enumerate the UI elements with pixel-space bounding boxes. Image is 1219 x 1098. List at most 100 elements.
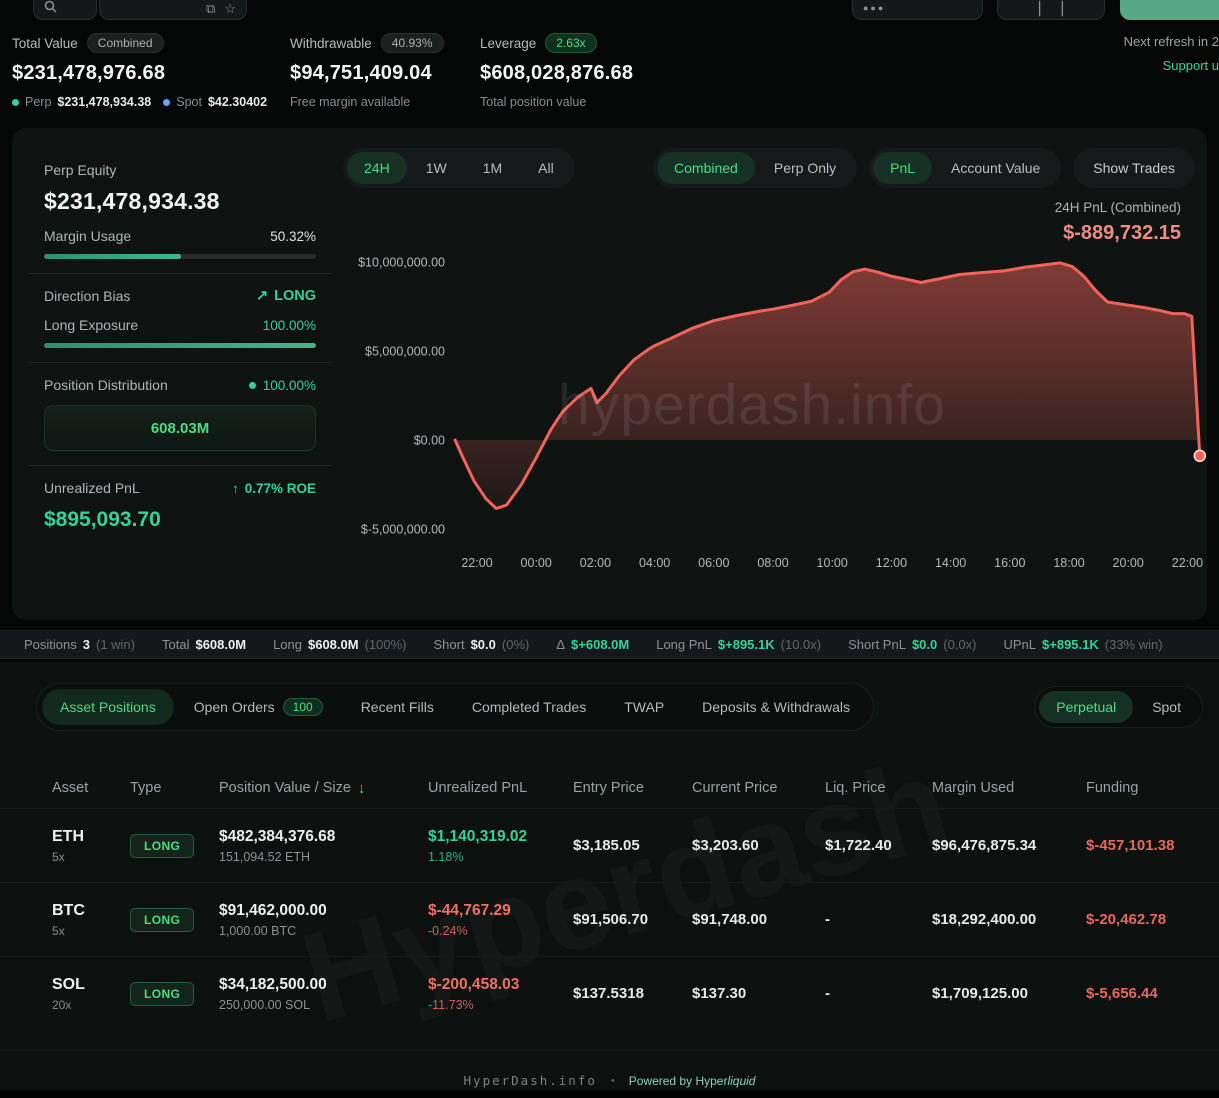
tab-deposits-withdrawals[interactable]: Deposits & Withdrawals [684,689,868,725]
entry-price-cell: $137.5318 [573,985,692,1002]
footer-dot: • [611,1075,615,1087]
perp-equity-value: $231,478,934.38 [44,188,316,215]
tab-twap[interactable]: TWAP [606,689,682,725]
col-header-unrealized-pnl[interactable]: Unrealized PnL [428,780,573,796]
position-distribution-pct: 100.00% [263,378,316,393]
y-axis-label: $-5,000,000.00 [361,523,445,537]
col-header-type[interactable]: Type [130,780,219,796]
scope-combined[interactable]: Combined [657,152,755,184]
tab-recent-fills[interactable]: Recent Fills [343,689,452,725]
tab-asset-positions[interactable]: Asset Positions [42,689,174,725]
col-header-asset[interactable]: Asset [52,780,130,796]
margin-usage-bar [44,254,316,259]
col-header-position-value-size[interactable]: Position Value / Size↓ [219,780,428,797]
leverage-value: $608,028,876.68 [480,62,633,85]
perp-dot-icon [12,99,19,106]
powered-by-link[interactable]: Powered by Hyperliquid [629,1074,756,1088]
star-icon[interactable]: ☆ [224,2,236,15]
wallet-search-input[interactable]: ⧉ ☆ [99,0,247,20]
arrow-up-icon: ↑ [232,481,239,496]
mode-pnl[interactable]: PnL [873,152,932,184]
range-24h[interactable]: 24H [347,152,407,184]
summary-: Δ$+608.0M [556,637,629,652]
position-value-cell: $482,384,376.68151,094.52 ETH [219,828,428,864]
range-all[interactable]: All [521,152,571,184]
total-value: $231,478,976.68 [12,62,267,85]
x-axis-label: 04:00 [639,556,670,570]
bar-icon: ⎮ [1059,2,1066,15]
x-axis-label: 06:00 [698,556,729,570]
bottom-strip [0,1092,1219,1098]
margin-used-cell: $1,709,125.00 [932,985,1086,1002]
liq-price-cell: - [825,985,932,1002]
summary-short-pnl: Short PnL$0.0(0.0x) [848,637,976,652]
apps-button[interactable]: ●●● [852,0,983,20]
unrealized-pnl-cell: $1,140,319.021.18% [428,828,573,864]
asset-cell: SOL20x [52,976,130,1012]
search-icon [44,0,57,15]
spot-value: $42.30402 [208,95,267,109]
combined-pill: Combined [87,33,164,53]
margin-usage-label: Margin Usage [44,228,131,244]
leverage-stat: Leverage 2.63x $608,028,876.68 Total pos… [480,33,633,109]
primary-action-button[interactable] [1120,0,1219,20]
leverage-pill: 2.63x [545,33,596,53]
range-1m[interactable]: 1M [466,152,519,184]
asset-cell: ETH5x [52,828,130,864]
copy-icon[interactable]: ⧉ [206,2,215,15]
mode-switcher: PnLAccount Value [869,148,1061,188]
portfolio-card: Perp Equity $231,478,934.38 Margin Usage… [12,128,1207,620]
position-value-cell: $34,182,500.00250,000.00 SOL [219,976,428,1012]
positions-summary-bar: Positions3(1 win)Total$608.0MLong$608.0M… [0,630,1219,659]
asset-cell: BTC5x [52,902,130,938]
x-axis-label: 10:00 [817,556,848,570]
perp-label: Perp [25,95,51,109]
tab-open-orders[interactable]: Open Orders100 [176,689,341,725]
toggle-button[interactable]: ⎮ ⎮ [997,0,1105,20]
distribution-value-box: 608.03M [44,405,316,451]
distribution-value: 608.03M [151,420,209,437]
x-axis-label: 18:00 [1053,556,1084,570]
col-header-liq-price[interactable]: Liq. Price [825,780,932,796]
x-axis-label: 02:00 [580,556,611,570]
margin-usage-pct: 50.32% [270,229,316,244]
entry-price-cell: $91,506.70 [573,911,692,928]
withdrawable-sub: Free margin available [290,95,410,109]
funding-cell: $-5,656.44 [1086,985,1207,1002]
range-1w[interactable]: 1W [409,152,464,184]
col-header-funding[interactable]: Funding [1086,780,1207,796]
footer-site: HyperDash.info [464,1073,597,1088]
position-row-sol[interactable]: SOL20xLONG$34,182,500.00250,000.00 SOL$-… [0,956,1219,1030]
funding-cell: $-20,462.78 [1086,911,1207,928]
market-perpetual[interactable]: Perpetual [1039,691,1133,723]
x-axis-label: 08:00 [757,556,788,570]
spot-dot-icon [163,99,170,106]
table-header-row: AssetTypePosition Value / Size↓Unrealize… [0,768,1219,808]
position-row-eth[interactable]: ETH5xLONG$482,384,376.68151,094.52 ETH$1… [0,808,1219,882]
position-distribution-label: Position Distribution [44,377,168,393]
open-orders-count-badge: 100 [283,698,323,716]
summary-short: Short$0.0(0%) [434,637,530,652]
equity-panel: Perp Equity $231,478,934.38 Margin Usage… [28,148,332,546]
roe-value: 0.77% ROE [245,481,316,496]
hyperdash-dashboard: ⧉ ☆ ●●● ⎮ ⎮ Total Value Combined $231,47… [0,0,1219,1098]
time-range-switcher: 24H1W1MAll [343,148,575,188]
mode-account-value[interactable]: Account Value [934,152,1057,184]
x-axis-label: 22:00 [461,556,492,570]
tab-completed-trades[interactable]: Completed Trades [454,689,604,725]
show-trades-button[interactable]: Show Trades [1073,148,1195,188]
search-button[interactable] [33,0,97,20]
support-link[interactable]: Support u [1124,58,1219,73]
col-header-margin-used[interactable]: Margin Used [932,780,1086,796]
withdrawable-pct-pill: 40.93% [381,33,444,53]
y-axis-label: $0.00 [414,434,445,448]
position-row-btc[interactable]: BTC5xLONG$91,462,000.001,000.00 BTC$-44,… [0,882,1219,956]
scope-perp-only[interactable]: Perp Only [757,152,853,184]
col-header-current-price[interactable]: Current Price [692,780,825,796]
withdrawable-stat: Withdrawable 40.93% $94,751,409.04 Free … [290,33,444,109]
col-header-entry-price[interactable]: Entry Price [573,780,692,796]
leverage-sub: Total position value [480,95,586,109]
market-spot[interactable]: Spot [1135,691,1198,723]
pnl-chart: hyperdash.info $10,000,000.00$5,000,000.… [343,240,1207,580]
withdrawable-value: $94,751,409.04 [290,62,444,85]
